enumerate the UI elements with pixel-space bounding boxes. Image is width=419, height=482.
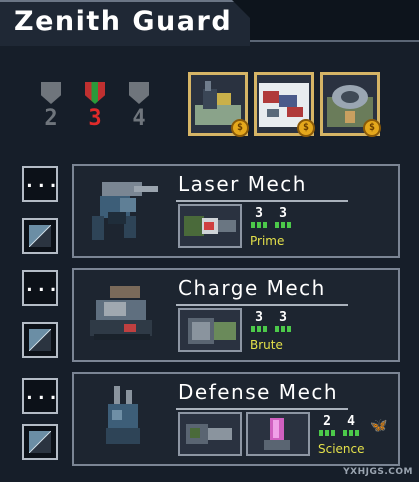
health-bar-icon xyxy=(275,222,291,228)
reputation-coin-icon: $ xyxy=(231,119,249,137)
paint-color-button[interactable] xyxy=(22,322,58,358)
name-divider xyxy=(176,408,348,410)
paint-color-button[interactable] xyxy=(22,218,58,254)
weapon-slot-shield[interactable] xyxy=(246,412,310,456)
flying-wing-icon: 🦋 xyxy=(370,418,388,434)
rank-badge-2: 2 xyxy=(34,82,68,134)
laser-weapon-icon xyxy=(184,216,236,236)
move-bar-icon xyxy=(251,326,267,332)
move-stat: 3 xyxy=(250,206,268,228)
weapon-slot-laser[interactable] xyxy=(178,204,242,248)
rank-medal-icon xyxy=(85,82,105,104)
achievement-slot-1[interactable]: $ xyxy=(188,72,249,137)
watermark: YXHJGS.COM xyxy=(343,467,413,477)
health-value: 4 xyxy=(347,414,355,429)
defense-mech-portrait xyxy=(106,386,140,444)
artillery-weapon-icon xyxy=(186,424,232,444)
mech-class: Prime xyxy=(250,234,285,248)
ram-weapon-icon xyxy=(188,318,236,344)
mech-name: Defense Mech xyxy=(178,380,339,404)
weapon-slot-ram[interactable] xyxy=(178,308,242,352)
name-divider xyxy=(176,200,348,202)
health-stat: 3 xyxy=(274,310,292,332)
mech-card-charge: Charge Mech 3 3 Brute xyxy=(72,268,400,362)
reputation-coin-icon: $ xyxy=(363,119,381,137)
reputation-coin-icon: $ xyxy=(297,119,315,137)
health-value: 3 xyxy=(279,206,287,221)
health-bar-icon xyxy=(275,326,291,332)
mech-card-defense: Defense Mech 2 4 🦋 Science xyxy=(72,372,400,466)
paint-color-button[interactable] xyxy=(22,424,58,460)
move-bar-icon xyxy=(319,430,335,436)
name-divider xyxy=(176,304,348,306)
health-stat: 3 xyxy=(274,206,292,228)
health-bar-icon xyxy=(343,430,359,436)
rank-number: 4 xyxy=(132,106,146,131)
move-value: 2 xyxy=(323,414,331,429)
mech-name: Charge Mech xyxy=(178,276,326,300)
mech-class: Science xyxy=(318,442,365,456)
mech-name: Laser Mech xyxy=(178,172,307,196)
health-value: 3 xyxy=(279,310,287,325)
achievement-slot-3[interactable]: $ xyxy=(320,72,381,137)
rank-number: 2 xyxy=(44,106,58,131)
squad-title: Zenith Guard xyxy=(14,6,233,37)
rank-badge-4: 4 xyxy=(122,82,156,134)
charge-mech-portrait xyxy=(90,286,152,340)
mech-card-laser: Laser Mech 3 3 Prime xyxy=(72,164,400,258)
shield-projector-icon xyxy=(264,418,290,450)
move-bar-icon xyxy=(251,222,267,228)
pilot-menu-button[interactable]: ... xyxy=(22,378,59,414)
mech-class: Brute xyxy=(250,338,283,352)
pilot-menu-button[interactable]: ... xyxy=(22,166,59,202)
move-value: 3 xyxy=(255,310,263,325)
move-stat: 2 xyxy=(318,414,336,436)
health-stat: 4 xyxy=(342,414,360,436)
weapon-slot-attack[interactable] xyxy=(178,412,242,456)
rank-tag-icon xyxy=(41,82,61,104)
laser-mech-portrait xyxy=(92,182,158,240)
move-stat: 3 xyxy=(250,310,268,332)
pilot-menu-button[interactable]: ... xyxy=(22,270,59,306)
achievement-slot-2[interactable]: $ xyxy=(254,72,315,137)
rank-badge-3: 3 xyxy=(78,82,112,134)
move-value: 3 xyxy=(255,206,263,221)
rank-number: 3 xyxy=(88,106,102,131)
rank-tag-icon xyxy=(129,82,149,104)
